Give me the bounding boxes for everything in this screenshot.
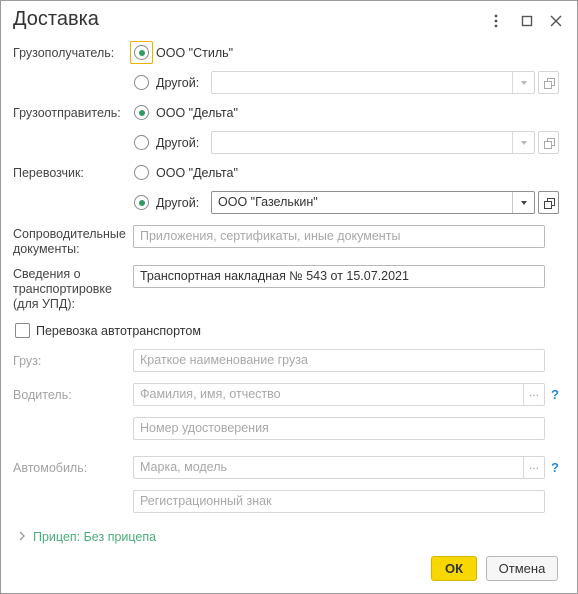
vehicle-help-icon[interactable]: ? xyxy=(551,460,559,475)
transport-info-input[interactable]: Транспортная накладная № 543 от 15.07.20… xyxy=(133,265,545,288)
delivery-dialog: Доставка Грузополучатель: ООО "Стиль" Др… xyxy=(0,0,578,594)
shipper-radio-other[interactable] xyxy=(134,135,149,150)
auto-transport-checkbox[interactable] xyxy=(15,323,30,338)
vehicle-select-button[interactable]: ... xyxy=(523,457,544,478)
consignee-radio-other[interactable] xyxy=(134,75,149,90)
driver-name-placeholder: Фамилия, имя, отчество xyxy=(140,387,281,401)
close-icon[interactable] xyxy=(546,11,566,31)
carrier-other-field[interactable]: ООО "Газелькин" xyxy=(211,191,535,214)
chevron-down-icon[interactable] xyxy=(512,192,534,213)
auto-transport-label[interactable]: Перевозка автотранспортом xyxy=(36,324,201,339)
docs-placeholder: Приложения, сертификаты, иные документы xyxy=(140,229,401,243)
trailer-text: Прицеп: Без прицепа xyxy=(33,530,157,544)
carrier-radio-other[interactable] xyxy=(134,195,149,210)
transport-info-label-line2: транспортировке xyxy=(13,282,112,296)
carrier-other-value: ООО "Газелькин" xyxy=(218,195,318,209)
chevron-down-icon[interactable] xyxy=(512,132,534,153)
transport-info-label: Сведения о транспортировке (для УПД): xyxy=(13,267,112,312)
chevron-right-icon xyxy=(19,530,25,545)
shipper-option-delta[interactable]: ООО "Дельта" xyxy=(156,106,238,121)
cancel-button[interactable]: Отмена xyxy=(486,556,558,581)
docs-input[interactable]: Приложения, сертификаты, иные документы xyxy=(133,225,545,248)
open-icon[interactable] xyxy=(538,71,559,94)
driver-select-button[interactable]: ... xyxy=(523,384,544,405)
vehicle-plate-input[interactable]: Регистрационный знак xyxy=(133,490,545,513)
trailer-toggle[interactable]: Прицеп: Без прицепа xyxy=(19,530,156,545)
shipper-label: Грузоотправитель: xyxy=(13,106,121,120)
carrier-option-delta[interactable]: ООО "Дельта" xyxy=(156,166,238,181)
shipper-other-field[interactable] xyxy=(211,131,535,154)
vehicle-model-input[interactable]: Марка, модель ... xyxy=(133,456,545,479)
chevron-down-icon[interactable] xyxy=(512,72,534,93)
transport-info-value: Транспортная накладная № 543 от 15.07.20… xyxy=(140,269,409,283)
ok-button[interactable]: ОК xyxy=(431,556,477,581)
maximize-icon[interactable] xyxy=(517,11,537,31)
driver-help-icon[interactable]: ? xyxy=(551,387,559,402)
shipper-radio-delta[interactable] xyxy=(134,105,149,120)
dialog-title: Доставка xyxy=(13,8,99,30)
consignee-radio-style[interactable] xyxy=(134,45,149,60)
transport-info-label-line1: Сведения о xyxy=(13,267,81,281)
docs-label-line1: Сопроводительные xyxy=(13,227,126,241)
driver-label: Водитель: xyxy=(13,388,72,402)
carrier-radio-delta[interactable] xyxy=(134,165,149,180)
consignee-option-other[interactable]: Другой: xyxy=(156,76,199,91)
driver-license-input[interactable]: Номер удостоверения xyxy=(133,417,545,440)
consignee-other-field[interactable] xyxy=(211,71,535,94)
vehicle-plate-placeholder: Регистрационный знак xyxy=(140,494,272,508)
shipper-option-other[interactable]: Другой: xyxy=(156,136,199,151)
consignee-option-style[interactable]: ООО "Стиль" xyxy=(156,46,233,61)
carrier-label: Перевозчик: xyxy=(13,166,84,180)
driver-license-placeholder: Номер удостоверения xyxy=(140,421,269,435)
docs-label: Сопроводительные документы: xyxy=(13,227,126,257)
carrier-option-other[interactable]: Другой: xyxy=(156,196,199,211)
vehicle-model-placeholder: Марка, модель xyxy=(140,460,228,474)
open-icon[interactable] xyxy=(538,131,559,154)
open-icon[interactable] xyxy=(538,191,559,214)
docs-label-line2: документы: xyxy=(13,242,80,256)
vehicle-label: Автомобиль: xyxy=(13,461,88,475)
cargo-placeholder: Краткое наименование груза xyxy=(140,353,308,367)
more-vertical-icon[interactable] xyxy=(486,11,506,31)
driver-name-input[interactable]: Фамилия, имя, отчество ... xyxy=(133,383,545,406)
cargo-input[interactable]: Краткое наименование груза xyxy=(133,349,545,372)
consignee-label: Грузополучатель: xyxy=(13,46,115,60)
cargo-label: Груз: xyxy=(13,354,42,368)
transport-info-label-line3: (для УПД): xyxy=(13,297,76,311)
